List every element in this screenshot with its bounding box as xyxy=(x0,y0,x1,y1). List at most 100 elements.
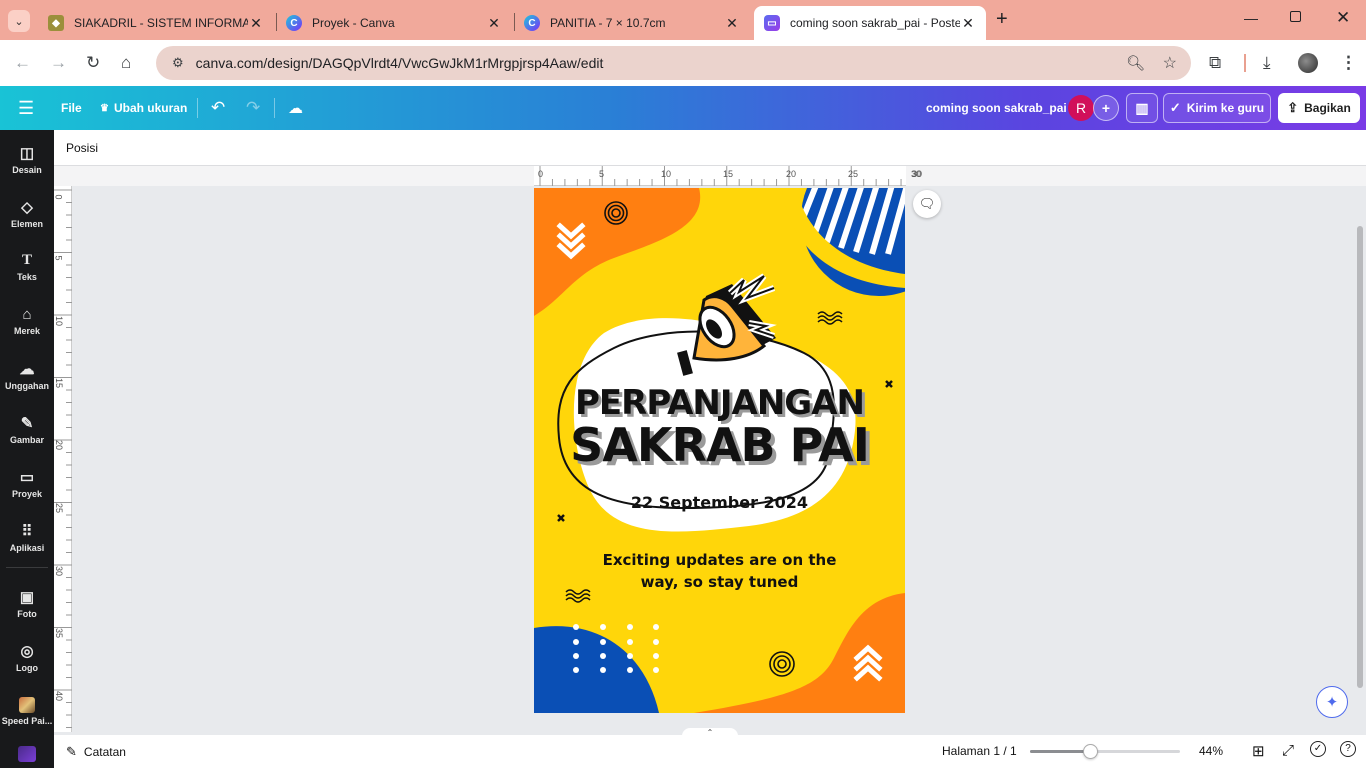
zoom-percent[interactable]: 44% xyxy=(1199,744,1223,758)
sidebar-item-merek[interactable]: ⌂ Merek xyxy=(0,296,54,346)
text-icon: T xyxy=(21,252,32,268)
browser-tab[interactable]: ◆ SIAKADRIL - SISTEM INFORMASI ✕ xyxy=(38,6,274,40)
vertical-scrollbar[interactable] xyxy=(1357,226,1363,688)
shapes-icon: ◇ xyxy=(21,198,33,216)
sidebar-item-gambar[interactable]: ✎ Gambar xyxy=(0,404,54,454)
user-avatar[interactable]: R xyxy=(1068,95,1094,121)
close-tab-icon[interactable]: ✕ xyxy=(960,15,976,32)
position-button[interactable]: Posisi xyxy=(66,141,98,155)
upload-cloud-icon: ☁ xyxy=(19,360,35,378)
ruler-label: 40 xyxy=(54,690,65,702)
close-tab-icon[interactable]: ✕ xyxy=(486,15,502,32)
url-text: canva.com/design/DAGQpVlrdt4/VwcGwJkM1rM… xyxy=(195,55,604,71)
forward-icon[interactable]: → xyxy=(50,53,67,73)
tab-search-icon[interactable]: ⌄ xyxy=(8,10,30,32)
browser-tab[interactable]: C Proyek - Canva ✕ xyxy=(276,6,512,40)
context-toolbar: Posisi xyxy=(54,130,1366,166)
wavy-lines-decoration xyxy=(817,311,843,325)
poster-tagline-2[interactable]: way, so stay tuned xyxy=(534,573,905,591)
share-button[interactable]: ⇪ Bagikan xyxy=(1278,93,1360,123)
browser-tab-active[interactable]: ▭ coming soon sakrab_pai - Poster ✕ xyxy=(754,6,986,40)
new-tab-button[interactable]: + xyxy=(996,8,1008,31)
fullscreen-icon[interactable]: ⤢ xyxy=(1282,742,1294,759)
ruler-ticks xyxy=(54,189,72,728)
browser-tab[interactable]: C PANITIA - 7 × 10.7cm ✕ xyxy=(514,6,750,40)
reload-icon[interactable]: ↻ xyxy=(86,53,100,73)
insights-button[interactable]: ▥ xyxy=(1126,93,1158,123)
sidebar-item-teks[interactable]: T Teks xyxy=(0,242,54,292)
send-to-teacher-button[interactable]: ✓ Kirim ke guru xyxy=(1163,93,1271,123)
resize-button[interactable]: ♛ Ubah ukuran xyxy=(100,86,187,130)
check-icon[interactable]: ✓ xyxy=(1310,741,1326,757)
siakad-favicon-icon: ◆ xyxy=(48,15,64,31)
magic-assistant-button[interactable]: ✦ xyxy=(1316,686,1348,718)
ruler-label: 30 xyxy=(54,565,65,577)
layout-icon: ◫ xyxy=(19,144,35,162)
zoom-slider[interactable] xyxy=(1030,744,1180,759)
sparkle-icon: ✦ xyxy=(1325,694,1339,711)
minimize-icon[interactable]: — xyxy=(1244,10,1258,26)
ruler-label: 5 xyxy=(53,255,64,261)
design-title[interactable]: coming soon sakrab_pai xyxy=(926,86,1067,130)
canva-favicon-icon: C xyxy=(524,15,540,31)
ruler-label: 15 xyxy=(723,169,734,179)
help-icon[interactable]: ? xyxy=(1340,741,1356,757)
ruler-background xyxy=(906,166,1366,186)
header-divider xyxy=(274,98,275,118)
sidebar-item-speed-paint[interactable]: Speed Pai... xyxy=(0,686,54,736)
bookmark-star-icon[interactable]: ☆ xyxy=(1163,53,1177,73)
zoom-slider-knob[interactable] xyxy=(1083,744,1098,759)
sidebar-item-desain[interactable]: ◫ Desain xyxy=(0,134,54,184)
add-comment-button[interactable]: 🗨︎ xyxy=(913,190,941,218)
sidebar-item-foto[interactable]: ▣ Foto xyxy=(0,578,54,628)
grid-view-icon[interactable]: ⊞ xyxy=(1252,742,1265,760)
site-info-icon[interactable]: ⚙ xyxy=(172,55,184,71)
editor-sidebar: ◫ Desain ◇ Elemen T Teks ⌂ Merek ☁ Unggahan ✎… xyxy=(0,130,54,768)
sidebar-item-aplikasi[interactable]: ⠿ Aplikasi xyxy=(0,512,54,562)
browser-menu-icon[interactable]: ⋮ xyxy=(1340,53,1357,73)
poster-headline-1[interactable]: PERPANJANGAN xyxy=(534,383,905,423)
address-bar[interactable]: ⚙ canva.com/design/DAGQpVlrdt4/VwcGwJkM1… xyxy=(156,46,1191,80)
app-thumbnail-icon xyxy=(19,696,35,713)
close-tab-icon[interactable]: ✕ xyxy=(248,15,264,32)
draw-icon: ✎ xyxy=(20,414,34,432)
vertical-ruler[interactable]: 0 5 10 15 20 25 30 35 40 xyxy=(54,186,72,732)
page-indicator[interactable]: Halaman 1 / 1 xyxy=(942,744,1017,758)
redo-icon[interactable]: ↷ xyxy=(246,86,260,130)
close-tab-icon[interactable]: ✕ xyxy=(724,15,740,32)
sidebar-item-proyek[interactable]: ▭ Proyek xyxy=(0,458,54,508)
profile-avatar[interactable] xyxy=(1298,53,1318,73)
ruler-label: 10 xyxy=(661,169,672,179)
back-icon[interactable]: ← xyxy=(14,53,31,73)
notes-button[interactable]: ✎ Catatan xyxy=(66,744,126,760)
ruler-label: 25 xyxy=(848,169,859,179)
cloud-saved-icon[interactable]: ☁ xyxy=(288,86,303,130)
close-window-icon[interactable]: ✕ xyxy=(1336,8,1350,28)
sidebar-divider xyxy=(6,567,48,568)
ruler-label: 10 xyxy=(54,315,65,327)
zoom-icon[interactable]: 🔍︎ xyxy=(1126,54,1145,72)
add-collaborator-button[interactable]: + xyxy=(1093,95,1119,121)
restore-icon[interactable] xyxy=(1290,11,1301,22)
poster-date[interactable]: 22 September 2024 xyxy=(534,493,905,512)
undo-icon[interactable]: ↶ xyxy=(211,86,225,130)
hamburger-icon[interactable]: ☰ xyxy=(18,86,34,130)
poster-tagline-1[interactable]: Exciting updates are on the xyxy=(534,551,905,569)
poster-headline-2[interactable]: SAKRAB PAI xyxy=(534,418,905,472)
toolbar-divider xyxy=(1244,54,1246,72)
download-icon[interactable]: ⤓ xyxy=(1263,53,1271,73)
horizontal-ruler[interactable]: 0 5 10 15 20 25 30 xyxy=(534,166,921,186)
sidebar-item-logo[interactable]: ◎ Logo xyxy=(0,632,54,682)
file-menu-button[interactable]: File xyxy=(61,86,82,130)
ruler-label: 35 xyxy=(54,627,65,639)
sidebar-item-elemen[interactable]: ◇ Elemen xyxy=(0,188,54,238)
extensions-icon[interactable]: ⧉ xyxy=(1209,53,1221,73)
home-icon[interactable]: ⌂ xyxy=(121,53,131,73)
zoom-slider-fill xyxy=(1030,750,1090,753)
x-mark-decoration xyxy=(557,514,565,522)
ruler-label: 25 xyxy=(54,502,65,514)
crescent-decoration xyxy=(580,310,587,324)
app-thumbnail-icon[interactable] xyxy=(18,746,36,762)
sidebar-item-unggahan[interactable]: ☁ Unggahan xyxy=(0,350,54,400)
poster-page[interactable]: PERPANJANGAN SAKRAB PAI 22 September 202… xyxy=(534,188,905,713)
